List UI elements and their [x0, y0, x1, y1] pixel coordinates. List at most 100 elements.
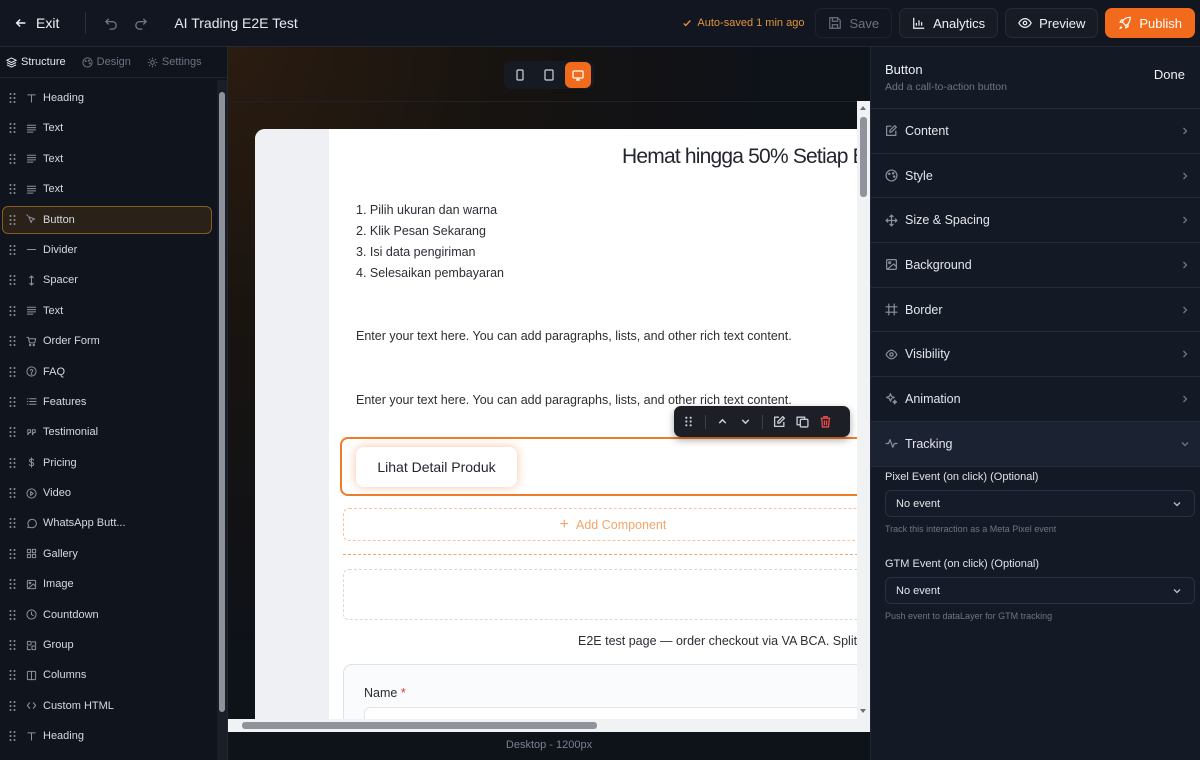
chevron-down-icon[interactable] [739, 415, 752, 428]
drag-handle-icon[interactable] [9, 609, 16, 621]
structure-item-label: Image [43, 578, 74, 591]
desktop-view-button[interactable] [564, 62, 591, 88]
cta-button[interactable]: Lihat Detail Produk [356, 447, 517, 487]
structure-item-text[interactable]: Text [2, 297, 212, 325]
trash-icon[interactable] [819, 415, 832, 428]
canvas-horizontal-scrollbar[interactable] [228, 719, 870, 732]
drag-handle-icon[interactable] [9, 548, 16, 560]
drag-handle-icon[interactable] [9, 153, 16, 165]
scroll-thumb[interactable] [242, 722, 597, 729]
drag-handle-icon[interactable] [9, 669, 16, 681]
drag-handle-icon[interactable] [9, 578, 16, 590]
exit-button[interactable]: Exit [14, 15, 59, 31]
page-heading[interactable]: Hemat hingga 50% Setiap Bulan [622, 145, 857, 169]
scroll-thumb[interactable] [219, 92, 225, 712]
drag-handle-icon[interactable] [9, 244, 16, 256]
structure-item-text[interactable]: Text [2, 175, 212, 203]
structure-item-testimonial[interactable]: Testimonial [2, 418, 212, 446]
drag-handle-icon[interactable] [9, 457, 16, 469]
mobile-view-button[interactable] [507, 62, 533, 88]
section-visibility[interactable]: Visibility [871, 332, 1200, 378]
copy-icon[interactable] [796, 415, 809, 428]
structure-item-group[interactable]: Group [2, 631, 212, 659]
tablet-view-button[interactable] [536, 62, 562, 88]
add-component-button[interactable]: + Add Component [343, 508, 857, 541]
structure-item-faq[interactable]: FAQ [2, 358, 212, 386]
drag-handle-icon[interactable] [9, 366, 16, 378]
structure-item-label: Pricing [43, 456, 77, 469]
structure-item-text[interactable]: Text [2, 145, 212, 173]
section-background[interactable]: Background [871, 243, 1200, 288]
pixel-event-select[interactable]: No event [885, 490, 1195, 517]
chevron-up-icon[interactable] [716, 415, 729, 428]
redo-icon[interactable] [133, 16, 148, 31]
drag-handle-icon[interactable] [9, 730, 16, 742]
whatsapp-icon [27, 518, 37, 529]
publish-button[interactable]: Publish [1105, 8, 1195, 38]
structure-item-text[interactable]: Text [2, 114, 212, 142]
section-tracking[interactable]: Tracking [871, 421, 1200, 467]
drag-handle-icon[interactable] [682, 415, 695, 428]
edit-icon[interactable] [773, 415, 786, 428]
section-animation[interactable]: Animation [871, 377, 1200, 422]
structure-item-pricing[interactable]: Pricing [2, 449, 212, 477]
drag-handle-icon[interactable] [9, 335, 16, 347]
section-content[interactable]: Content [871, 109, 1200, 154]
structure-item-custom-html[interactable]: Custom HTML [2, 692, 212, 720]
structure-item-button[interactable]: Button [2, 205, 212, 234]
structure-item-columns[interactable]: Columns [2, 661, 212, 689]
analytics-button[interactable]: Analytics [899, 8, 999, 38]
drag-handle-icon[interactable] [9, 92, 16, 104]
drag-handle-icon[interactable] [9, 214, 16, 226]
drop-indicator [343, 554, 857, 555]
structure-item-video[interactable]: Video [2, 479, 212, 507]
spacer-icon [29, 275, 34, 286]
drag-handle-icon[interactable] [9, 426, 16, 438]
tab-settings[interactable]: Settings [147, 56, 202, 68]
drag-handle-icon[interactable] [9, 183, 16, 195]
drag-handle-icon[interactable] [9, 274, 16, 286]
section-size-spacing[interactable]: Size & Spacing [871, 198, 1200, 244]
text-block[interactable]: Enter your text here. You can add paragr… [356, 329, 792, 343]
selected-button-block[interactable]: Lihat Detail Produk [340, 437, 857, 496]
empty-spacer-block[interactable] [343, 569, 857, 620]
scroll-down-arrow[interactable] [860, 709, 866, 713]
scroll-up-arrow[interactable] [860, 106, 866, 110]
section-border[interactable]: Border [871, 288, 1200, 333]
drag-handle-icon[interactable] [9, 639, 16, 651]
section-style[interactable]: Style [871, 154, 1200, 199]
drag-handle-icon[interactable] [9, 122, 16, 134]
eye-icon [885, 349, 898, 360]
structure-item-label: FAQ [43, 365, 66, 378]
drag-handle-icon[interactable] [9, 396, 16, 408]
scroll-thumb[interactable] [860, 117, 867, 197]
preview-button[interactable]: Preview [1005, 8, 1099, 38]
canvas-vertical-scrollbar[interactable] [857, 101, 870, 719]
drag-handle-icon[interactable] [9, 487, 16, 499]
tab-structure[interactable]: Structure [6, 56, 66, 68]
drag-handle-icon[interactable] [9, 700, 16, 712]
structure-item-features[interactable]: Features [2, 388, 212, 416]
drag-handle-icon[interactable] [9, 517, 16, 529]
structure-item-image[interactable]: Image [2, 570, 212, 598]
structure-item-heading[interactable]: Heading [2, 84, 212, 112]
steps-list[interactable]: 1. Pilih ukuran dan warna 2. Klik Pesan … [356, 200, 504, 284]
undo-icon[interactable] [104, 16, 119, 31]
left-scrollbar[interactable] [217, 80, 227, 760]
structure-item-whatsapp-butt[interactable]: WhatsApp Butt... [2, 509, 212, 537]
drag-handle-icon[interactable] [9, 305, 16, 317]
history-controls [104, 16, 148, 31]
structure-item-spacer[interactable]: Spacer [2, 266, 212, 294]
gtm-event-select[interactable]: No event [885, 577, 1195, 604]
text-block[interactable]: Enter your text here. You can add paragr… [356, 393, 792, 407]
done-button[interactable]: Done [1154, 67, 1185, 82]
tab-design[interactable]: Design [82, 56, 131, 68]
list-icon [26, 398, 37, 406]
structure-item-gallery[interactable]: Gallery [2, 540, 212, 568]
structure-item-order-form[interactable]: Order Form [2, 327, 212, 355]
structure-item-countdown[interactable]: Countdown [2, 601, 212, 629]
structure-item-divider[interactable]: Divider [2, 236, 212, 264]
save-button[interactable]: Save [815, 8, 893, 38]
structure-item-heading[interactable]: Heading [2, 722, 212, 750]
text-block[interactable]: E2E test page — order checkout via VA BC… [578, 634, 857, 648]
